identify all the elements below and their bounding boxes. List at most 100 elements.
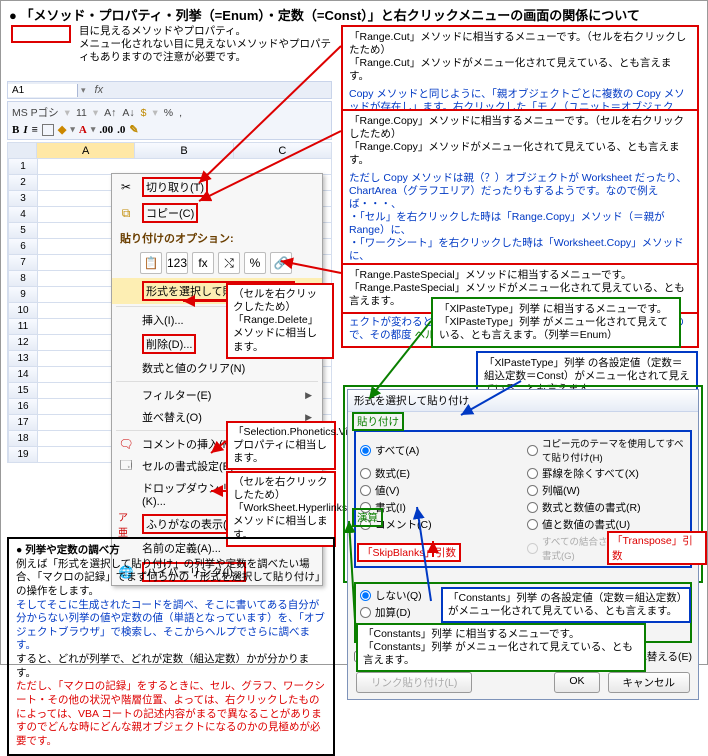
comma-icon[interactable]: , [179,107,182,119]
row-header[interactable]: 10 [8,303,38,319]
opt-col-width[interactable]: 列幅(W) [527,483,686,498]
ann4-1: 「XlPasteType」列挙 に相当するメニューです。 [439,303,673,316]
row-header[interactable]: 11 [8,319,38,335]
opt-formats[interactable]: 書式(I) [360,500,519,515]
fill-color-icon[interactable]: ◆ [58,123,66,136]
menu-filter-label: フィルター(E) [142,387,211,403]
money-icon[interactable]: $ [141,107,147,119]
copy-icon: ⧉ [118,205,134,221]
ann2-1: 「Range.Copy」メソッドに相当するメニューです。（セルを右クリックしたた… [349,115,691,141]
group-paste-label: 貼り付け [352,412,404,431]
font-name[interactable]: MS Pゴシ [12,105,59,120]
group-ops-label: 演算 [352,508,383,527]
annotation-constants-values: 「Constants」列挙 の各設定値（定数＝組込定数）がメニュー化されて見えて… [441,587,691,623]
paste-opt-formula-icon[interactable]: fx [192,252,214,274]
format-painter-icon[interactable]: ✎ [129,123,138,136]
annotation-xlpastetype: 「XlPasteType」列挙 に相当するメニューです。 「XlPasteTyp… [431,297,681,348]
grow-font-icon[interactable]: A↑ [104,107,116,119]
scissors-icon: ✂ [118,179,134,195]
namebox-dropdown-icon[interactable]: ▾ [78,85,89,96]
percent-icon[interactable]: % [164,107,173,119]
paste-opt-transpose-icon[interactable]: ⤭ [218,252,240,274]
menu-sort-label: 並べ替え(O) [142,409,202,425]
col-header-A[interactable]: A [37,142,135,159]
callout-hyperlink: （セルを右クリックしたため）「WorkSheet.Hyperlinks.Add」… [226,471,336,547]
col-header-C[interactable]: C [234,142,332,159]
row-header[interactable]: 18 [8,431,38,447]
row-header[interactable]: 8 [8,271,38,287]
btn-paste-link[interactable]: リンク貼り付け(L) [356,672,472,693]
dec-decrease-icon[interactable]: .0 [117,124,125,136]
opt-val-num[interactable]: 値と数値の書式(U) [527,517,686,532]
howto-p2: そしてそこに生成されたコードを調べ、そこに書いてある自分が分からない列挙の値や定… [16,599,326,654]
row-header[interactable]: 12 [8,335,38,351]
phonetic-icon: ア亜 [118,516,134,532]
format-cells-icon: 🗔 [118,458,134,474]
submenu-arrow-icon: ▶ [305,390,312,401]
paste-opt-all-icon[interactable]: 📋 [140,252,162,274]
ann3-1: 「Range.PasteSpecial」メソッドに相当するメニューです。 [349,269,691,282]
column-headers: A B C [7,142,332,159]
align-icon[interactable]: ≡ [32,124,38,136]
paste-opt-link-icon[interactable]: 🔗 [270,252,292,274]
paste-options-icons: 📋 123 fx ⤭ % 🔗 [112,250,322,278]
bold-icon[interactable]: B [12,124,19,136]
font-size[interactable]: 11 [76,107,87,119]
font-color-icon[interactable]: A [79,124,87,136]
row-header[interactable]: 15 [8,383,38,399]
row-header[interactable]: 17 [8,415,38,431]
dialog-title: 形式を選択して貼り付け [348,390,698,412]
label-skipblanks-arg: 「SkipBlanks」引数 [357,543,461,562]
menu-clear[interactable]: 数式と値のクリア(N) [112,357,322,379]
row-header[interactable]: 7 [8,255,38,271]
opt-formulas[interactable]: 数式(E) [360,466,519,481]
row-header[interactable]: 5 [8,223,38,239]
row-header[interactable]: 6 [8,239,38,255]
legend-row: 目に見えるメソッドやプロパティ。 メニュー化されない目に見えないメソッドやプロパ… [11,25,331,64]
col-header-B[interactable]: B [135,142,233,159]
row-header[interactable]: 9 [8,287,38,303]
menu-filter[interactable]: フィルター(E) ▶ [112,384,322,406]
ann1-2: 「Range.Cut」メソッドがメニュー化されて見えている、とも言えます。 [349,57,691,83]
row-header[interactable]: 1 [8,159,38,175]
ann2-b1: ・「セル」を右クリックした時は「Range.Copy」メソッド（＝親が Rang… [349,211,691,237]
legend-red-box [11,25,71,43]
paste-opt-values-icon[interactable]: 123 [166,252,188,274]
fx-icon[interactable]: fx [89,84,110,96]
row-header[interactable]: 19 [8,447,38,463]
menu-insert-label: 挿入(I)... [142,312,184,328]
opt-comments[interactable]: コメント(C) [360,517,519,532]
menu-clear-label: 数式と値のクリア(N) [142,360,245,376]
row-header[interactable]: 4 [8,207,38,223]
label-transpose-arg: 「Transpose」引数 [607,531,707,565]
shrink-font-icon[interactable]: A↓ [122,107,134,119]
menu-cut[interactable]: ✂ 切り取り(T) [112,174,322,200]
dec-increase-icon[interactable]: .00 [99,124,113,136]
row-header[interactable]: 13 [8,351,38,367]
italic-icon[interactable]: I [23,124,27,136]
howto-p4: ただし、「マクロの記録」をするときに、セル、グラフ、ワークシート・その他の状況や… [16,680,326,748]
menu-copy[interactable]: ⧉ コピー(C) [112,200,322,226]
opt-form-num[interactable]: 数式と数値の書式(R) [527,500,686,515]
name-box[interactable]: A1 [8,84,78,97]
ann1-1: 「Range.Cut」メソッドに相当するメニューです。（セルを右クリックしたため… [349,31,691,57]
opt-values[interactable]: 値(V) [360,483,519,498]
border-icon[interactable] [42,124,54,136]
btn-ok[interactable]: OK [554,672,599,693]
opt-all[interactable]: すべて(A) [360,436,519,464]
row-header[interactable]: 16 [8,399,38,415]
btn-cancel[interactable]: キャンセル [608,672,691,693]
comment-icon: 🗨 [118,436,134,452]
opt-theme[interactable]: コピー元のテーマを使用してすべて貼り付け(H) [527,436,686,464]
callout-delete: （セルを右クリックしたため）「Range.Delete」メソッドに相当します。 [226,283,334,359]
ann4-2: 「XlPasteType」列挙 がメニュー化されて見えている、とも言えます。（列… [439,316,673,342]
opt-no-border[interactable]: 罫線を除くすべて(X) [527,466,686,481]
menu-cut-label: 切り取り(T) [142,177,208,197]
paste-opt-format-icon[interactable]: % [244,252,266,274]
row-header[interactable]: 3 [8,191,38,207]
row-header[interactable]: 2 [8,175,38,191]
select-all-corner[interactable] [7,142,37,159]
row-header[interactable]: 14 [8,367,38,383]
menu-delete-label: 削除(D)... [142,334,196,354]
callout-phonetic: 「Selection.Phonetics.Visible」プロパティに相当します… [226,421,336,470]
